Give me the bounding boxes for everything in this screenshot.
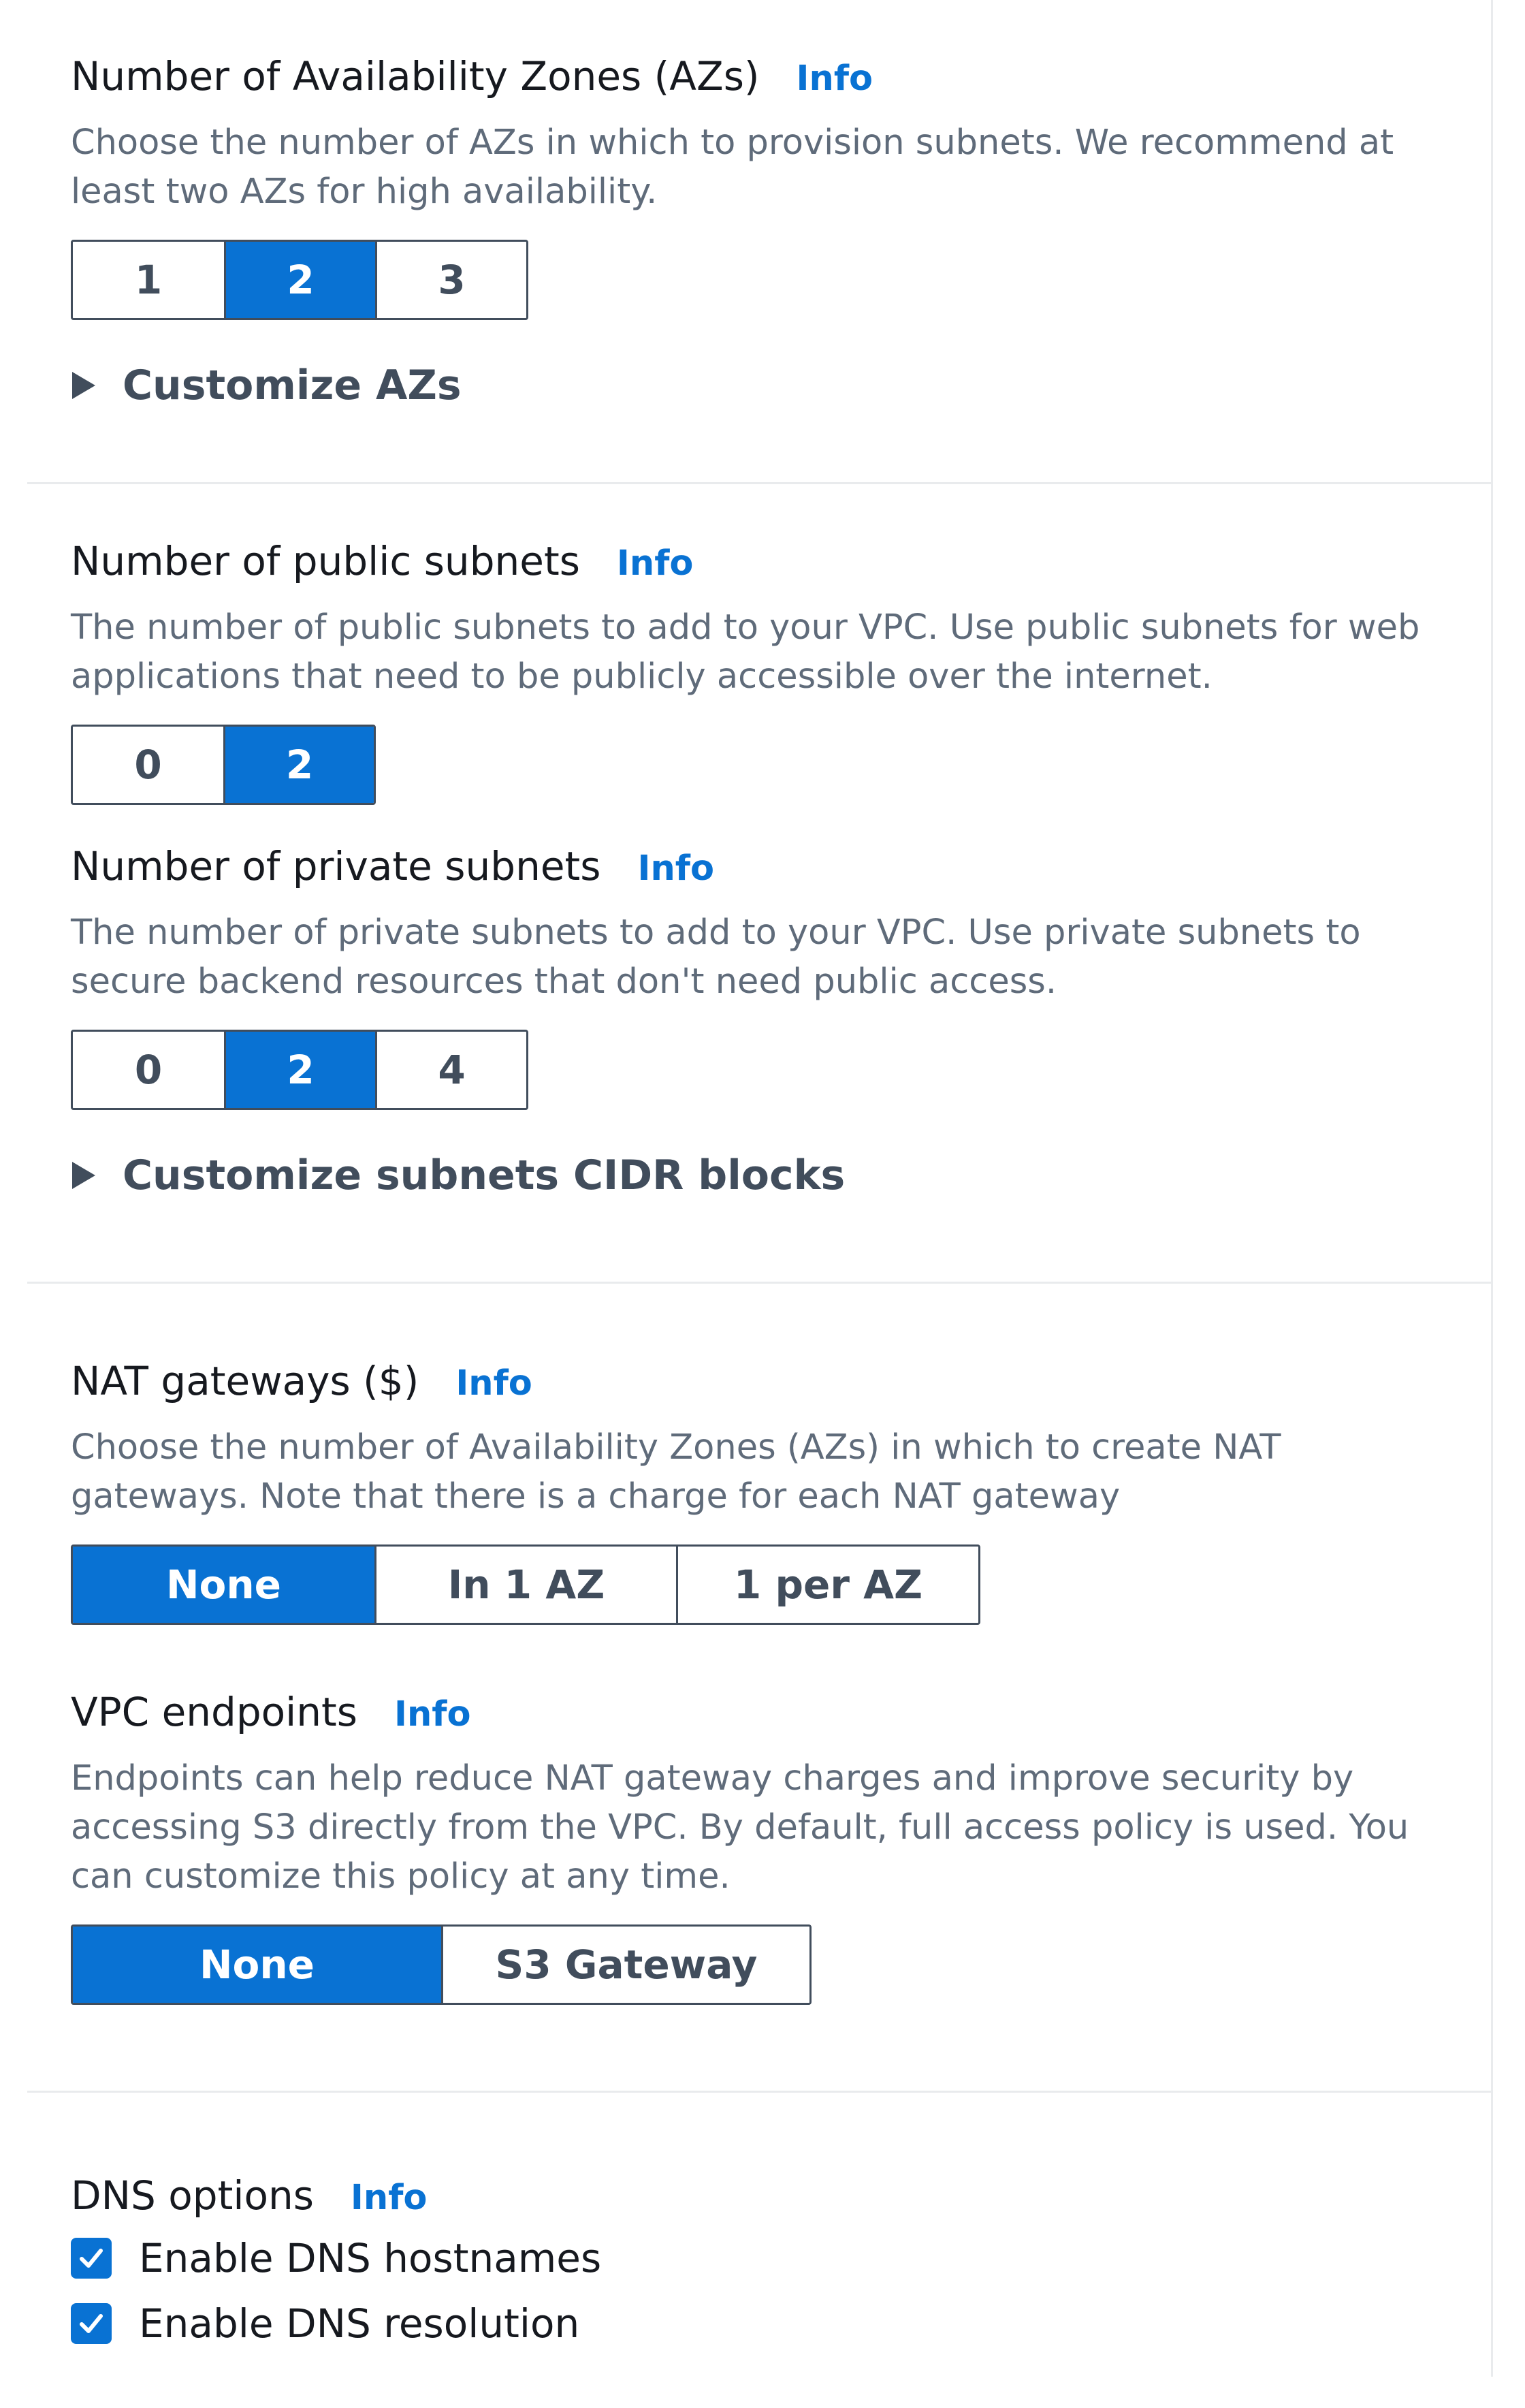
public-subnets-segmented-control: 0 2 bbox=[71, 725, 376, 805]
public-subnets-field: Number of public subnets Info The number… bbox=[71, 535, 1460, 805]
dns-options-label: DNS options bbox=[71, 2172, 314, 2219]
nat-gateways-label: NAT gateways ($) bbox=[71, 1358, 419, 1404]
nat-gateways-info-link[interactable]: Info bbox=[455, 1358, 532, 1410]
public-subnets-info-link[interactable]: Info bbox=[617, 538, 694, 590]
public-subnets-option-0[interactable]: 0 bbox=[73, 727, 223, 803]
vpc-endpoints-segmented-control: None S3 Gateway bbox=[71, 1924, 812, 2005]
section-divider bbox=[27, 1282, 1491, 1284]
az-count-option-3[interactable]: 3 bbox=[375, 242, 526, 318]
nat-gateways-field: NAT gateways ($) Info Choose the number … bbox=[71, 1355, 1460, 1625]
az-count-segmented-control: 1 2 3 bbox=[71, 240, 528, 320]
vpc-settings-panel: Number of Availability Zones (AZs) Info … bbox=[0, 0, 1493, 2377]
az-count-label-row: Number of Availability Zones (AZs) Info bbox=[71, 50, 1460, 102]
dns-hostnames-option[interactable]: Enable DNS hostnames bbox=[71, 2225, 1460, 2291]
az-count-label: Number of Availability Zones (AZs) bbox=[71, 53, 760, 99]
az-count-field: Number of Availability Zones (AZs) Info … bbox=[71, 50, 1460, 413]
nat-option-in-1-az[interactable]: In 1 AZ bbox=[374, 1547, 676, 1623]
dns-hostnames-checkbox[interactable] bbox=[71, 2238, 112, 2279]
dns-hostnames-label: Enable DNS hostnames bbox=[139, 2235, 602, 2281]
az-count-option-2[interactable]: 2 bbox=[223, 242, 375, 318]
dns-options-info-link[interactable]: Info bbox=[351, 2172, 428, 2224]
customize-cidr-label: Customize subnets CIDR blocks bbox=[123, 1152, 846, 1199]
private-subnets-label-row: Number of private subnets Info bbox=[71, 840, 1460, 892]
vpc-endpoints-label: VPC endpoints bbox=[71, 1689, 357, 1735]
public-subnets-label: Number of public subnets bbox=[71, 538, 580, 584]
vpc-endpoints-description: Endpoints can help reduce NAT gateway ch… bbox=[71, 1758, 1409, 1897]
check-icon bbox=[80, 2249, 103, 2268]
public-subnets-option-2[interactable]: 2 bbox=[223, 727, 374, 803]
az-count-info-link[interactable]: Info bbox=[797, 53, 873, 105]
private-subnets-option-0[interactable]: 0 bbox=[73, 1032, 224, 1108]
customize-cidr-expander[interactable]: Customize subnets CIDR blocks bbox=[71, 1148, 1460, 1203]
caret-right-icon bbox=[72, 372, 95, 399]
dns-options-field: DNS options Info Enable DNS hostnames En… bbox=[71, 2170, 1460, 2356]
private-subnets-segmented-control: 0 2 4 bbox=[71, 1030, 528, 1110]
nat-gateways-description: Choose the number of Availability Zones … bbox=[71, 1427, 1281, 1517]
caret-right-icon bbox=[72, 1162, 95, 1189]
public-subnets-description: The number of public subnets to add to y… bbox=[71, 607, 1420, 697]
endpoints-option-s3-gateway[interactable]: S3 Gateway bbox=[440, 1927, 809, 2003]
nat-gateways-label-row: NAT gateways ($) Info bbox=[71, 1355, 1460, 1407]
customize-azs-label: Customize AZs bbox=[123, 362, 462, 409]
az-count-option-1[interactable]: 1 bbox=[73, 242, 224, 318]
section-divider bbox=[27, 482, 1491, 484]
private-subnets-label: Number of private subnets bbox=[71, 843, 601, 889]
section-divider bbox=[27, 2091, 1491, 2093]
vpc-endpoints-info-link[interactable]: Info bbox=[394, 1689, 471, 1741]
nat-option-1-per-az[interactable]: 1 per AZ bbox=[676, 1547, 978, 1623]
private-subnets-description: The number of private subnets to add to … bbox=[71, 913, 1361, 1002]
public-subnets-label-row: Number of public subnets Info bbox=[71, 535, 1460, 587]
vpc-endpoints-field: VPC endpoints Info Endpoints can help re… bbox=[71, 1686, 1460, 2005]
dns-options-label-row: DNS options Info bbox=[71, 2170, 1460, 2221]
customize-azs-expander[interactable]: Customize AZs bbox=[71, 358, 1460, 413]
private-subnets-option-2[interactable]: 2 bbox=[223, 1032, 375, 1108]
private-subnets-option-4[interactable]: 4 bbox=[375, 1032, 526, 1108]
vpc-endpoints-label-row: VPC endpoints Info bbox=[71, 1686, 1460, 1738]
dns-resolution-label: Enable DNS resolution bbox=[139, 2300, 580, 2347]
private-subnets-info-link[interactable]: Info bbox=[637, 843, 714, 895]
az-count-description: Choose the number of AZs in which to pro… bbox=[71, 123, 1394, 212]
check-icon bbox=[80, 2314, 103, 2333]
private-subnets-field: Number of private subnets Info The numbe… bbox=[71, 840, 1460, 1203]
dns-resolution-option[interactable]: Enable DNS resolution bbox=[71, 2291, 1460, 2356]
dns-resolution-checkbox[interactable] bbox=[71, 2303, 112, 2344]
nat-gateways-segmented-control: None In 1 AZ 1 per AZ bbox=[71, 1544, 980, 1625]
endpoints-option-none[interactable]: None bbox=[73, 1927, 441, 2003]
nat-option-none[interactable]: None bbox=[73, 1547, 374, 1623]
